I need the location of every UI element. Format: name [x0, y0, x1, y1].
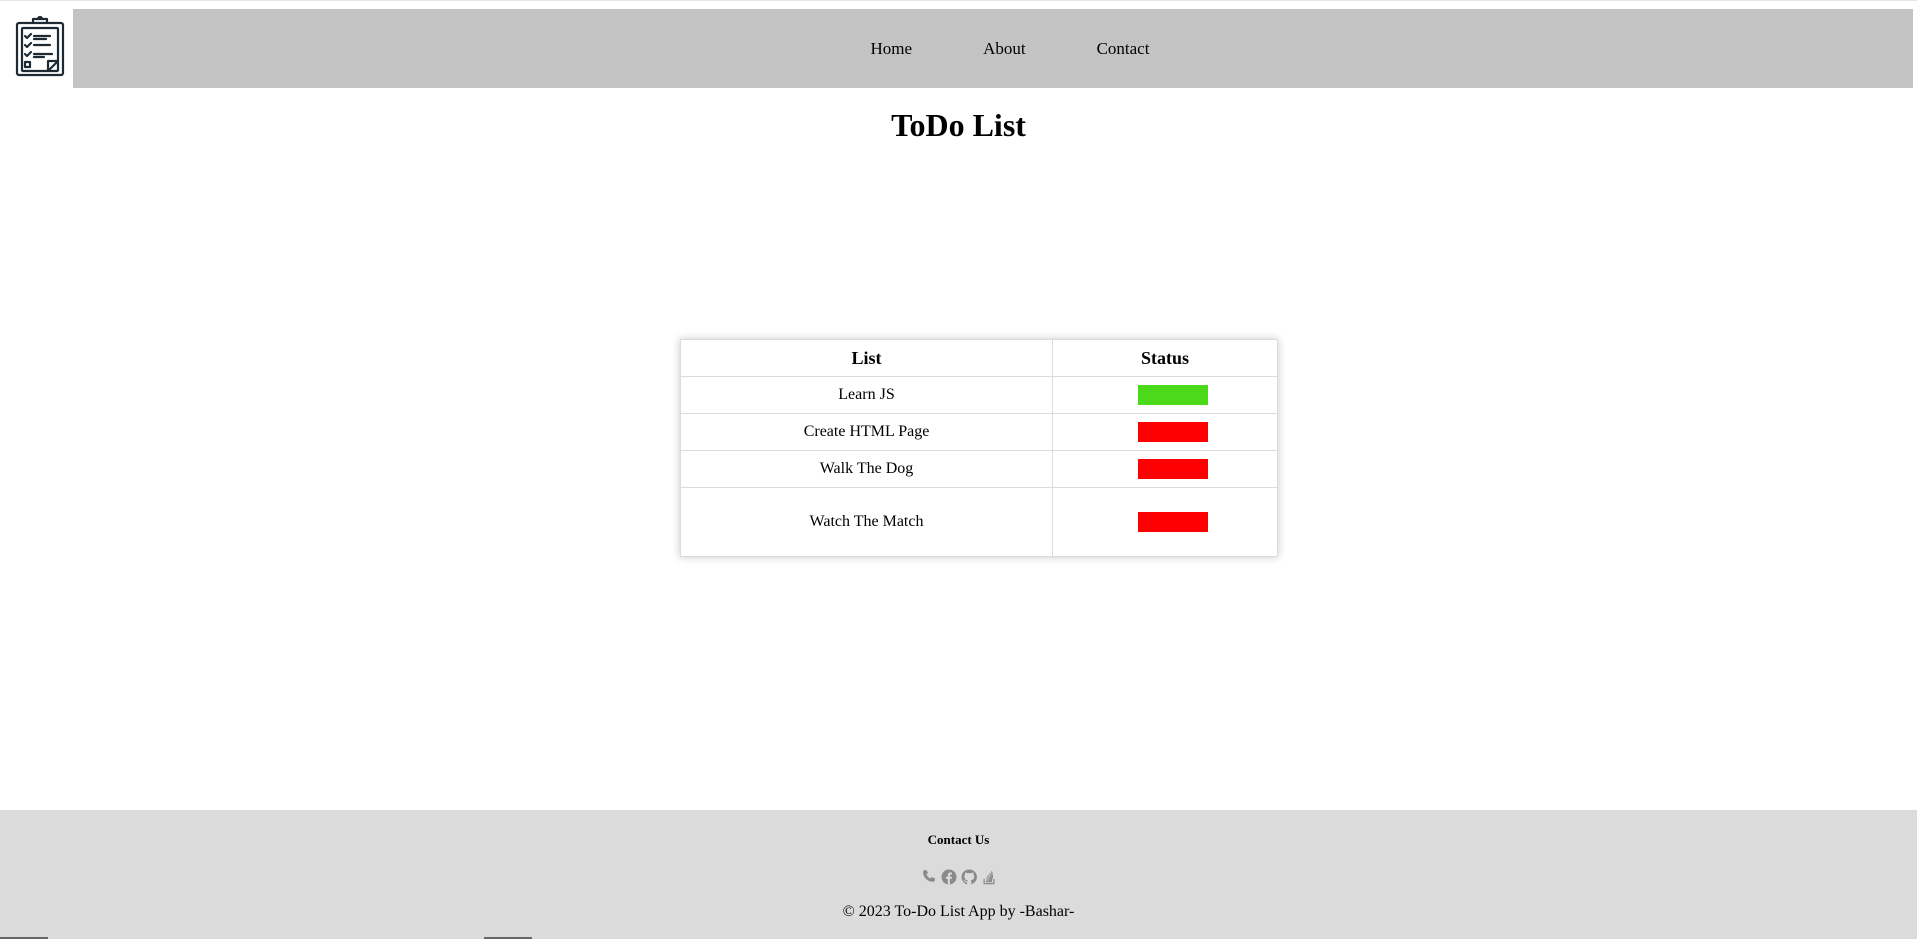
table-row: Walk The Dog: [680, 450, 1278, 488]
status-cell: [1052, 413, 1278, 451]
clipboard-checklist-icon[interactable]: [14, 14, 66, 78]
column-header-status: Status: [1052, 339, 1278, 377]
nav-link-about[interactable]: About: [983, 39, 1026, 59]
top-navbar: Home About Contact: [73, 9, 1913, 88]
table-header-row: List Status: [680, 339, 1278, 377]
column-header-list: List: [680, 339, 1053, 377]
footer-copyright: © 2023 To-Do List App by -Bashar-: [842, 903, 1075, 920]
nav-link-contact[interactable]: Contact: [1097, 39, 1150, 59]
top-border-line: [0, 0, 1917, 1]
status-indicator[interactable]: [1138, 512, 1208, 532]
status-cell: [1052, 376, 1278, 414]
table-row: Watch The Match: [680, 487, 1278, 557]
status-indicator[interactable]: [1138, 459, 1208, 479]
footer-title: Contact Us: [927, 832, 990, 847]
task-name: Walk The Dog: [680, 450, 1053, 488]
nav-link-home[interactable]: Home: [871, 39, 913, 59]
status-indicator[interactable]: [1138, 385, 1208, 405]
nav-links: Home About Contact: [73, 9, 1913, 88]
status-cell: [1052, 450, 1278, 488]
task-name: Create HTML Page: [680, 413, 1053, 451]
phone-icon[interactable]: [921, 869, 937, 885]
table-row: Learn JS: [680, 376, 1278, 414]
page-footer: Contact Us © 2023 To-Do List App by -Bas…: [0, 810, 1917, 939]
github-icon[interactable]: [961, 869, 977, 885]
task-name: Learn JS: [680, 376, 1053, 414]
stackoverflow-icon[interactable]: [981, 869, 997, 885]
table-row: Create HTML Page: [680, 413, 1278, 451]
page-title: ToDo List: [891, 107, 1026, 143]
todo-table: List Status Learn JS Create HTML Page Wa…: [680, 339, 1278, 557]
status-cell: [1052, 487, 1278, 557]
todo-table-container: List Status Learn JS Create HTML Page Wa…: [680, 339, 1278, 557]
status-indicator[interactable]: [1138, 422, 1208, 442]
task-name: Watch The Match: [680, 487, 1053, 557]
footer-social-icons: [0, 869, 1917, 885]
facebook-icon[interactable]: [941, 869, 957, 885]
